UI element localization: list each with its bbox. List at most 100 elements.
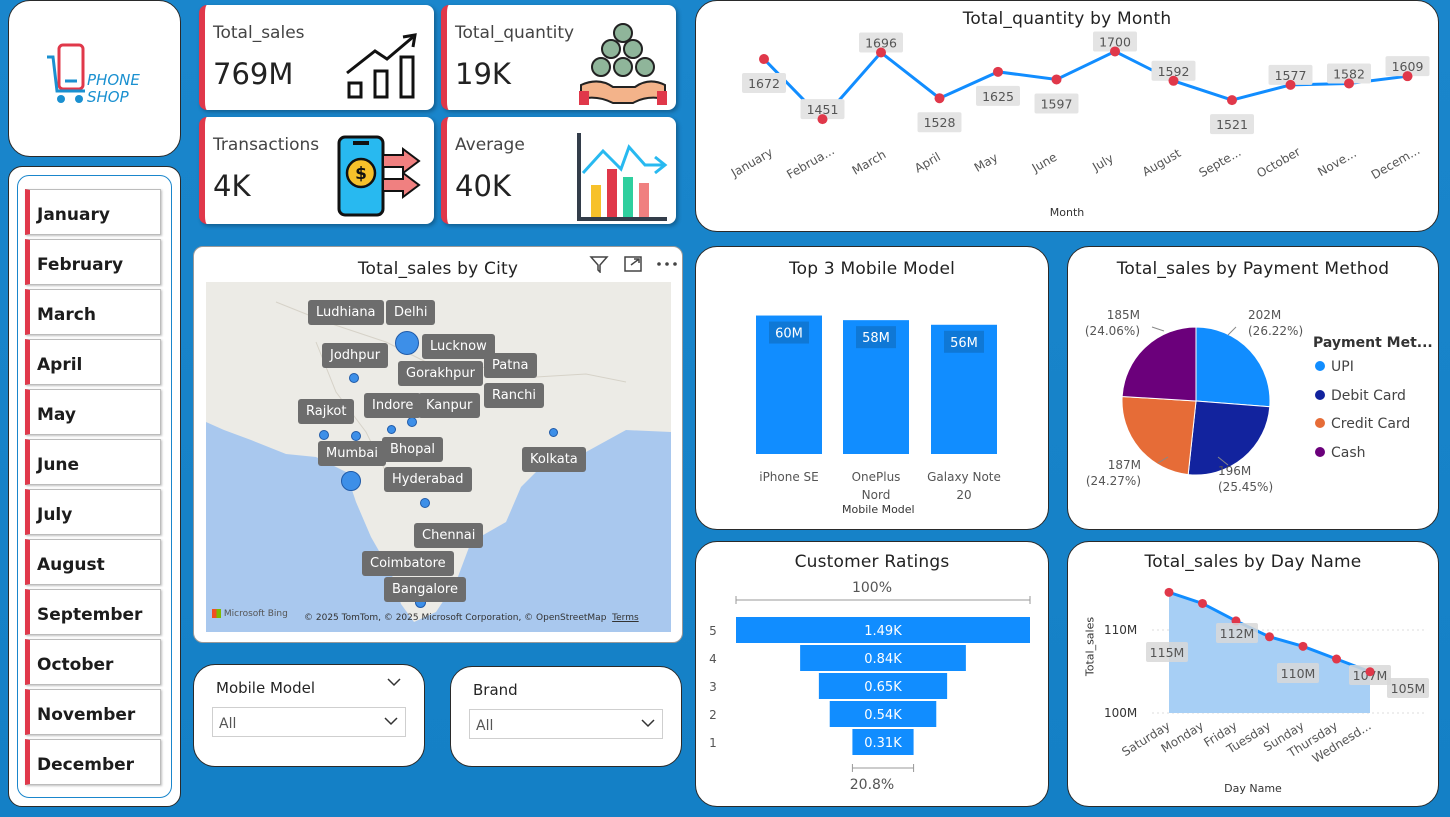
city-label-patna: Patna xyxy=(484,353,537,378)
data-label: 1672 xyxy=(748,76,780,91)
funnel-value-label: 0.84K xyxy=(864,652,902,667)
data-point xyxy=(817,114,828,125)
month-button-july[interactable]: July xyxy=(25,489,161,535)
kpi-transactions: Transactions 4K $ xyxy=(199,117,434,224)
month-button-december[interactable]: December xyxy=(25,739,161,785)
city-label-delhi: Delhi xyxy=(386,300,436,325)
legend-marker xyxy=(1315,361,1325,371)
quantity-line-chart: 1672145116961528162515971700159215211577… xyxy=(728,31,1430,182)
data-label: 110M xyxy=(1281,666,1316,681)
data-label: 105M xyxy=(1391,681,1426,696)
city-label-hyderabad: Hyderabad xyxy=(384,467,472,492)
month-button-march[interactable]: March xyxy=(25,289,161,335)
y-tick-label: 100M xyxy=(1104,706,1138,720)
map-bubble[interactable] xyxy=(349,373,359,383)
logo-text-shop: SHOP xyxy=(87,88,129,106)
kpi-label: Total_quantity xyxy=(455,23,575,43)
x-tick-label: April xyxy=(912,150,943,176)
chevron-down-icon xyxy=(384,717,398,726)
x-tick-label: Februa... xyxy=(784,143,837,181)
kpi-value: 769M xyxy=(213,57,294,91)
chevron-down-icon[interactable] xyxy=(386,677,402,687)
data-point xyxy=(759,54,769,65)
data-point xyxy=(1365,667,1375,677)
legend-marker xyxy=(1315,446,1325,457)
map-bubble[interactable] xyxy=(341,471,361,491)
attribution-text[interactable]: © 2025 TomTom, © 2025 Microsoft Corporat… xyxy=(304,613,606,623)
mobile-model-dropdown[interactable]: All xyxy=(212,707,406,737)
legend-marker xyxy=(1315,418,1325,428)
legend-item[interactable]: UPI xyxy=(1315,359,1354,375)
x-tick-label: Galaxy Note xyxy=(927,470,1001,484)
month-button-august[interactable]: August xyxy=(25,539,161,585)
map-bubble[interactable] xyxy=(319,430,329,440)
area-fill xyxy=(1169,592,1370,713)
legend-item[interactable]: Credit Card xyxy=(1315,416,1410,432)
y-tick-label: 110M xyxy=(1104,623,1138,637)
month-button-february[interactable]: February xyxy=(25,239,161,285)
data-point xyxy=(1168,75,1179,86)
terms-link[interactable]: Terms xyxy=(612,613,639,623)
month-button-may[interactable]: May xyxy=(25,389,161,435)
brand-dropdown[interactable]: All xyxy=(469,709,663,739)
map-bubble[interactable] xyxy=(420,498,430,508)
month-button-september[interactable]: September xyxy=(25,589,161,635)
y-axis-label: Total_sales xyxy=(1083,616,1097,677)
map-bubble[interactable] xyxy=(351,431,361,441)
legend-label: Debit Card xyxy=(1331,387,1406,404)
data-point xyxy=(1164,587,1174,597)
kpi-value: 4K xyxy=(213,169,251,203)
x-axis-label: Day Name xyxy=(1224,782,1282,795)
data-point xyxy=(1285,79,1296,90)
funnel-bottom-bracket xyxy=(851,764,915,772)
month-button-june[interactable]: June xyxy=(25,439,161,485)
bar-chart-icon xyxy=(577,133,668,221)
map-markers: Ludhiana Delhi Lucknow Jodhpur Patna Gorakhpu… xyxy=(194,247,682,642)
data-point xyxy=(1332,654,1341,664)
x-tick-label: Nove... xyxy=(1315,146,1359,179)
map-bubble[interactable] xyxy=(386,424,396,434)
funnel-category-label: 2 xyxy=(709,708,717,722)
x-tick-label: July xyxy=(1089,151,1116,174)
map-attribution: © 2025 TomTom, © 2025 Microsoft Corporat… xyxy=(304,613,639,623)
data-label: 112M xyxy=(1220,626,1255,641)
quantity-series-line xyxy=(762,49,1408,122)
x-tick-label: January xyxy=(728,145,775,180)
city-label-jodhpur: Jodhpur xyxy=(322,343,389,368)
month-button-april[interactable]: April xyxy=(25,339,161,385)
month-button-november[interactable]: November xyxy=(25,689,161,735)
data-point xyxy=(1227,95,1237,106)
data-point xyxy=(1198,598,1207,608)
map-bubble[interactable] xyxy=(548,427,558,437)
models-bar-chart: 60M 58M 56M iPhone SE OnePlus Nord Galaxy Note… xyxy=(756,315,1001,502)
funnel-value-label: 0.65K xyxy=(864,680,902,695)
slice-percent: (24.27%) xyxy=(1086,474,1141,488)
city-label-ludhiana: Ludhiana xyxy=(308,300,384,325)
map-bubble[interactable] xyxy=(407,417,417,427)
slice-percent: (25.45%) xyxy=(1218,480,1273,494)
bar-label: 58M xyxy=(862,331,890,346)
funnel-category-label: 3 xyxy=(709,680,717,694)
data-point xyxy=(1265,632,1274,642)
funnel-value-label: 0.31K xyxy=(864,736,902,751)
kpi-label: Transactions xyxy=(213,135,320,155)
legend-item[interactable]: Cash xyxy=(1315,445,1366,461)
pie-slice xyxy=(1195,326,1271,408)
funnel-top-bracket xyxy=(735,596,1031,604)
slice-label: 185M xyxy=(1107,308,1140,322)
bar-label: 56M xyxy=(950,336,978,351)
data-point xyxy=(1051,74,1062,85)
map-bubble[interactable] xyxy=(395,331,419,355)
city-label-coimbatore: Coimbatore xyxy=(362,551,454,576)
data-point xyxy=(1344,78,1354,89)
legend-item[interactable]: Debit Card xyxy=(1315,388,1406,404)
mobile-model-slicer: Mobile Model All xyxy=(193,664,425,767)
payment-method-chart: Total_sales by Payment Method 202M (26.22… xyxy=(1067,246,1439,530)
month-button-january[interactable]: January xyxy=(25,189,161,235)
month-button-october[interactable]: October xyxy=(25,639,161,685)
bing-text: Microsoft Bing xyxy=(223,609,288,619)
data-label: 115M xyxy=(1150,645,1185,660)
slice-label: 187M xyxy=(1108,458,1141,472)
city-label-chennai: Chennai xyxy=(414,523,484,548)
city-label-bhopal: Bhopal xyxy=(382,437,443,462)
